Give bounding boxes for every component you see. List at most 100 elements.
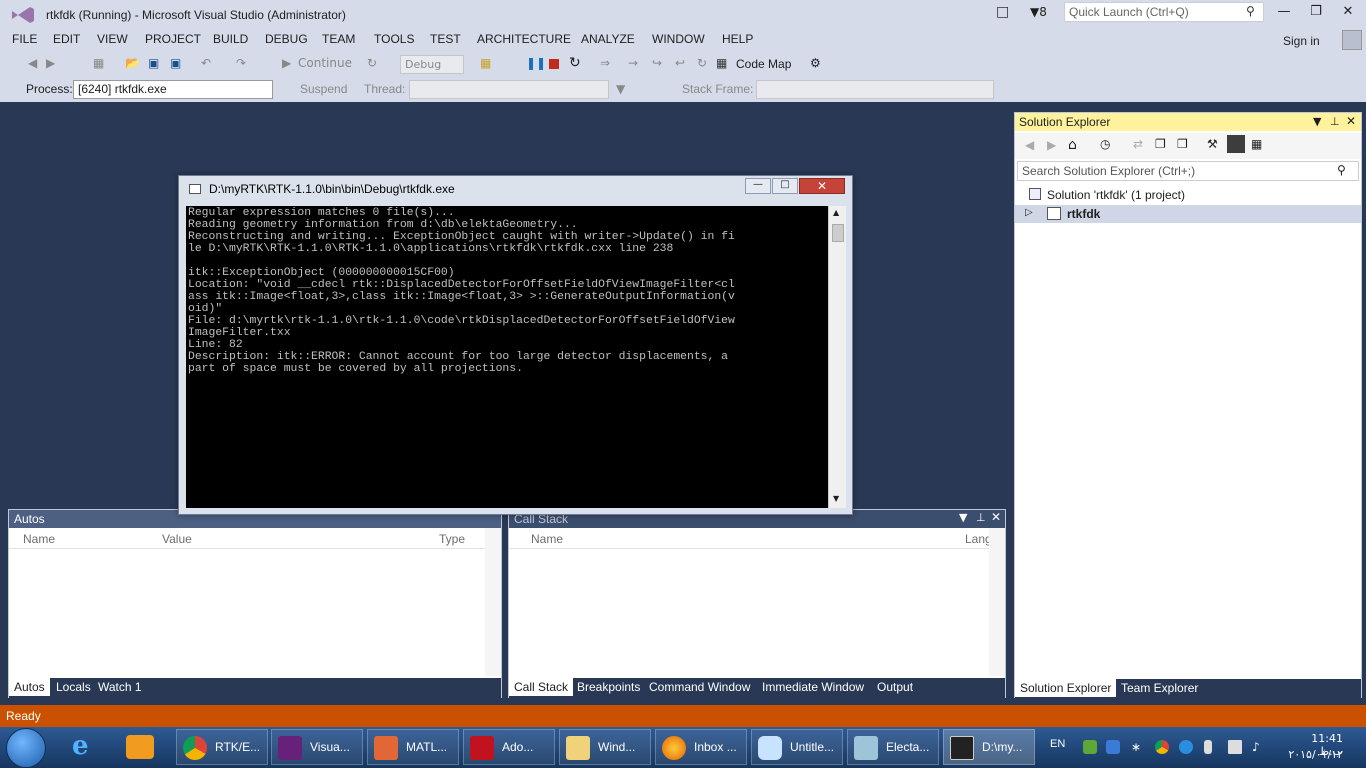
search-icon[interactable]: ⚲ (1337, 163, 1346, 177)
console-scrollbar[interactable]: ▲ ▼ (828, 206, 846, 508)
solution-configuration-select[interactable]: Debug (400, 55, 464, 74)
window-position-icon[interactable]: ▼ (959, 511, 967, 524)
menu-file[interactable]: FILE (12, 32, 37, 46)
taskbar-item-adobe[interactable]: Ado... (463, 729, 555, 765)
forward-icon[interactable]: ▶ (1047, 138, 1056, 152)
tab-locals[interactable]: Locals (56, 680, 91, 694)
filter-icon[interactable]: ▼ (616, 82, 625, 96)
close-icon[interactable]: ✕ (991, 510, 1001, 524)
search-icon[interactable]: ⚲ (1246, 4, 1255, 18)
taskbar-item-firefox[interactable]: Inbox ... (655, 729, 747, 765)
home-icon[interactable]: ⌂ (1068, 137, 1077, 153)
pin-icon[interactable]: ⊥ (976, 511, 986, 524)
taskbar-item-chrome[interactable]: RTK/E... (176, 729, 268, 765)
chrome-tray-icon[interactable] (1155, 740, 1169, 754)
stack-frame-select[interactable] (756, 80, 994, 99)
close-icon[interactable]: ✕ (1346, 114, 1356, 128)
undo-icon[interactable]: ↶ (201, 56, 211, 70)
refresh-icon[interactable]: ↻ (697, 56, 707, 70)
sign-in-link[interactable]: Sign in (1283, 34, 1320, 48)
tab-breakpoints[interactable]: Breakpoints (577, 680, 640, 694)
autos-col-name[interactable]: Name (23, 532, 55, 546)
scroll-up-icon[interactable]: ▲ (833, 208, 839, 217)
step-into-icon[interactable]: → (628, 56, 638, 70)
window-position-icon[interactable]: ▼ (1313, 115, 1321, 128)
minimize-button[interactable]: — (1270, 4, 1298, 22)
show-all-files-icon[interactable]: ❐ (1177, 137, 1188, 151)
stop-icon[interactable] (549, 59, 559, 69)
project-node[interactable]: rtkfdk (1067, 207, 1100, 221)
console-minimize-button[interactable]: — (745, 178, 771, 194)
network-icon[interactable] (1228, 740, 1242, 754)
code-map-button[interactable]: Code Map (736, 57, 791, 71)
tab-watch1[interactable]: Watch 1 (98, 680, 142, 694)
taskbar-item-console[interactable]: D:\my... (943, 729, 1035, 765)
taskbar-item-visual-studio[interactable]: Visua... (271, 729, 363, 765)
step-out-icon[interactable]: ↩ (675, 56, 685, 70)
console-scroll-thumb[interactable] (832, 224, 844, 242)
call-stack-scrollbar[interactable] (989, 528, 1005, 676)
code-map-icon[interactable]: ▦ (716, 56, 727, 70)
suspend-button[interactable]: Suspend (300, 82, 347, 96)
notifications-icon[interactable]: □ (996, 4, 1009, 20)
scroll-down-icon[interactable]: ▼ (833, 494, 839, 503)
menu-window[interactable]: WINDOW (652, 32, 705, 46)
taskbar-item-paint[interactable]: Untitle... (751, 729, 843, 765)
taskbar-item-electa[interactable]: Electa... (847, 729, 939, 765)
console-close-button[interactable]: ✕ (799, 178, 845, 194)
solution-root-node[interactable]: Solution 'rtkfdk' (1 project) (1047, 188, 1185, 202)
start-button[interactable] (6, 728, 46, 768)
tools-icon[interactable]: ⚙ (810, 56, 821, 70)
menu-architecture[interactable]: ARCHITECTURE (477, 32, 571, 46)
tab-output[interactable]: Output (877, 680, 913, 694)
volume-icon[interactable]: ♪ (1252, 740, 1266, 754)
thread-select[interactable] (409, 80, 609, 99)
avatar[interactable] (1342, 30, 1362, 50)
tab-immediate-window[interactable]: Immediate Window (762, 680, 864, 694)
redo-icon[interactable]: ↷ (236, 56, 246, 70)
menu-debug[interactable]: DEBUG (265, 32, 308, 46)
feedback-filter-icon[interactable]: ▼8 (1030, 5, 1047, 19)
attach-icon[interactable]: ↻ (367, 56, 377, 70)
menu-build[interactable]: BUILD (213, 32, 248, 46)
tab-solution-explorer[interactable]: Solution Explorer (1015, 679, 1117, 697)
autos-col-type[interactable]: Type (439, 532, 465, 546)
autos-scrollbar[interactable] (485, 528, 501, 676)
tab-autos[interactable]: Autos (9, 678, 50, 696)
collapse-all-icon[interactable]: ❐ (1155, 137, 1166, 151)
expand-chevron-icon[interactable]: ▷ (1025, 207, 1033, 218)
continue-icon[interactable]: ▶ (282, 56, 291, 70)
call-stack-col-name[interactable]: Name (531, 532, 563, 546)
menu-project[interactable]: PROJECT (145, 32, 201, 46)
menu-view[interactable]: VIEW (97, 32, 128, 46)
properties-icon[interactable]: ⚒ (1207, 137, 1218, 151)
close-button[interactable]: ✕ (1334, 4, 1362, 22)
class-diagram-icon[interactable]: ▦ (1251, 137, 1262, 151)
menu-analyze[interactable]: ANALYZE (581, 32, 635, 46)
process-select[interactable]: [6240] rtkfdk.exe (73, 80, 273, 99)
find-icon[interactable]: ▦ (480, 56, 491, 70)
tab-team-explorer[interactable]: Team Explorer (1121, 681, 1198, 695)
info-icon[interactable] (1179, 740, 1193, 754)
call-stack-col-lang[interactable]: Lang (965, 532, 992, 546)
console-maximize-button[interactable]: □ (772, 178, 798, 194)
autos-col-value[interactable]: Value (162, 532, 192, 546)
quick-launch-input[interactable]: Quick Launch (Ctrl+Q) (1064, 2, 1264, 22)
tray-network-app-icon[interactable] (1106, 740, 1120, 754)
solution-search-input[interactable]: Search Solution Explorer (Ctrl+;) (1017, 161, 1359, 181)
tray-app-icon[interactable] (1083, 740, 1097, 754)
bluetooth-icon[interactable]: ∗ (1131, 740, 1145, 754)
restart-icon[interactable]: ↻ (569, 55, 581, 71)
menu-edit[interactable]: EDIT (53, 32, 80, 46)
tab-command-window[interactable]: Command Window (649, 680, 750, 694)
show-next-statement-icon[interactable]: ⇒ (600, 56, 610, 70)
console-window[interactable]: D:\myRTK\RTK-1.1.0\bin\bin\Debug\rtkfdk.… (178, 175, 853, 515)
open-file-icon[interactable]: 📂 (125, 56, 140, 70)
menu-team[interactable]: TEAM (322, 32, 355, 46)
tab-call-stack[interactable]: Call Stack (509, 678, 574, 696)
back-icon[interactable]: ◀ (1025, 138, 1034, 152)
console-output-area[interactable]: Regular expression matches 0 file(s)... R… (186, 206, 846, 508)
menu-tools[interactable]: TOOLS (374, 32, 414, 46)
internet-explorer-icon[interactable]: e (72, 731, 89, 761)
new-project-icon[interactable]: ▦ (93, 56, 104, 70)
